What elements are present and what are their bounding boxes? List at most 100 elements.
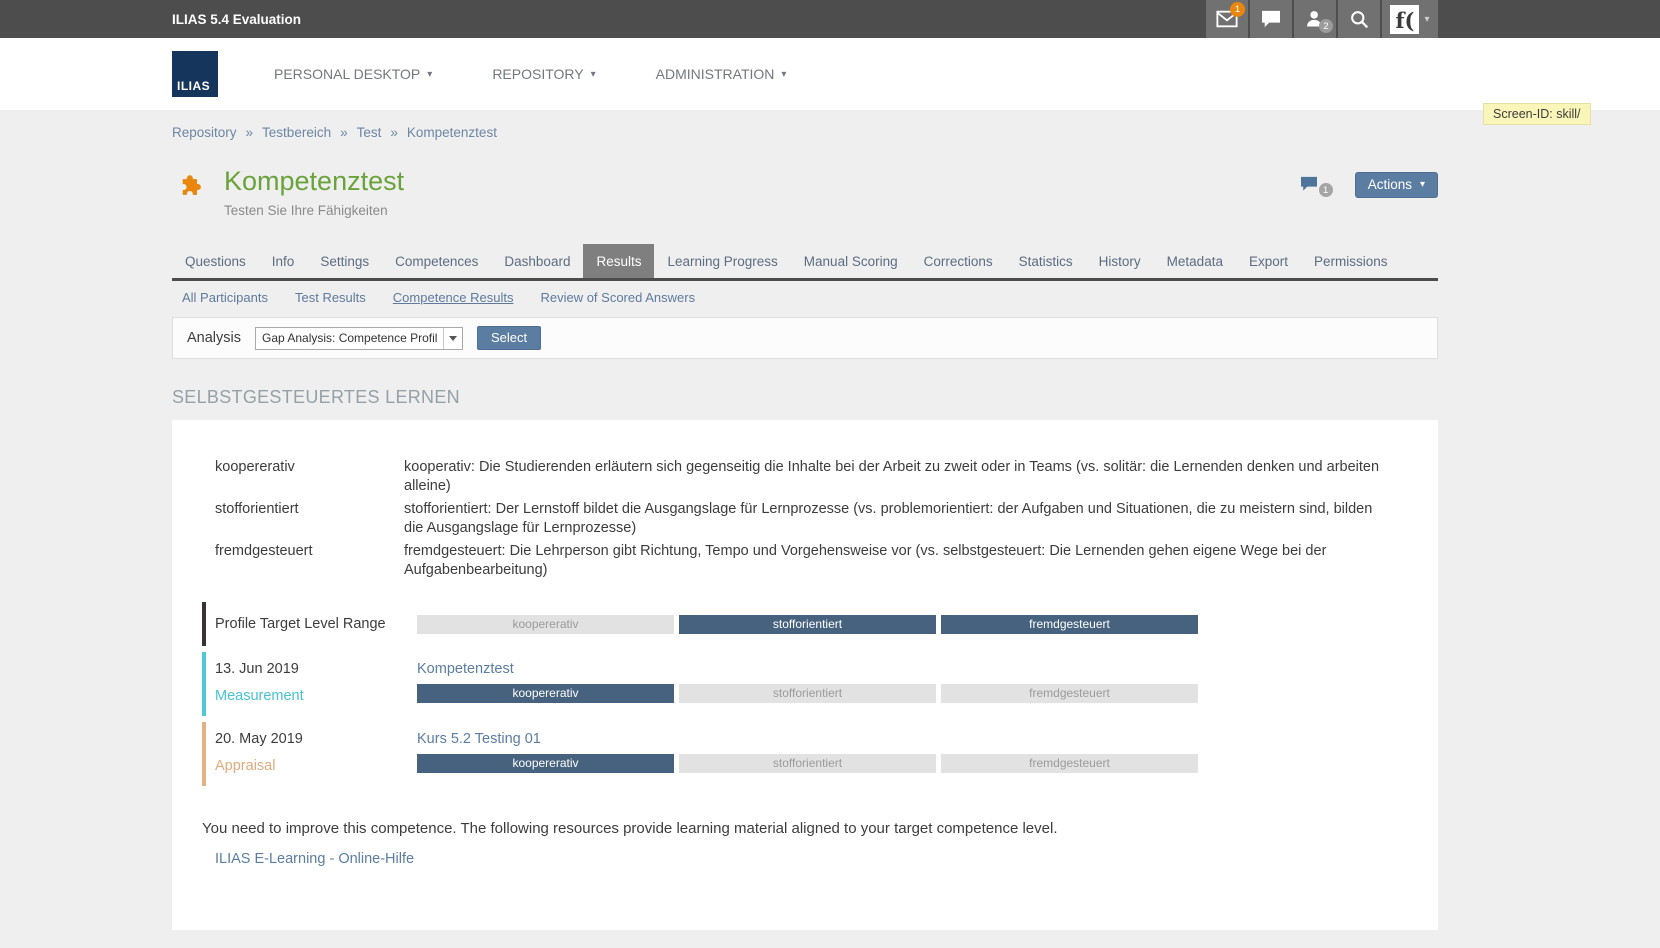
page-title: Kompetenztest (224, 166, 404, 197)
level-bar: koopererativ (417, 684, 674, 703)
screen-id-badge: Screen-ID: skill/ (1483, 103, 1591, 125)
tab-settings[interactable]: Settings (307, 244, 382, 278)
tab-statistics[interactable]: Statistics (1006, 244, 1086, 278)
tab-bar: Questions Info Settings Competences Dash… (172, 244, 1438, 281)
actions-button[interactable]: Actions ▾ (1355, 172, 1438, 198)
breadcrumb-test[interactable]: Test (357, 125, 382, 140)
level-bar: koopererativ (417, 615, 674, 634)
subtab-test-results[interactable]: Test Results (295, 290, 366, 305)
breadcrumb-separator: » (340, 125, 348, 140)
object-title-block: Kompetenztest Testen Sie Ihre Fähigkeite… (172, 166, 1438, 218)
target-level-row: Profile Target Level Range koopererativ … (202, 602, 1398, 646)
level-bar: fremdgesteuert (941, 754, 1198, 773)
tab-questions[interactable]: Questions (172, 244, 259, 278)
ilias-logo-text: ILIAS (177, 79, 210, 93)
level-bar: koopererativ (417, 754, 674, 773)
measurement-source-link[interactable]: Kompetenztest (417, 661, 1198, 678)
main-header: ILIAS PERSONAL DESKTOP ▾ REPOSITORY ▾ AD… (0, 38, 1660, 110)
learning-resource-link[interactable]: ILIAS E-Learning - Online-Hilfe (215, 851, 414, 867)
level-bar: stofforientiert (679, 684, 936, 703)
avatar: f( (1390, 5, 1419, 34)
appraisal-type-label: Appraisal (215, 758, 417, 774)
measurement-date: 13. Jun 2019 (215, 661, 417, 678)
target-level-bars: koopererativ stofforientiert fremdgesteu… (417, 602, 1198, 646)
chevron-down-icon: ▾ (591, 69, 596, 80)
subtab-competence-results[interactable]: Competence Results (393, 290, 514, 305)
subtab-all-participants[interactable]: All Participants (182, 290, 268, 305)
tab-competences[interactable]: Competences (382, 244, 491, 278)
puzzle-icon (172, 188, 202, 205)
breadcrumb-testbereich[interactable]: Testbereich (262, 125, 331, 140)
chevron-down-icon: ▾ (1420, 179, 1425, 190)
tab-dashboard[interactable]: Dashboard (491, 244, 583, 278)
measurement-bars: koopererativ stofforientiert fremdgesteu… (417, 684, 1198, 703)
user-menu-button[interactable]: f( ▾ (1382, 0, 1438, 38)
level-bar: stofforientiert (679, 615, 936, 634)
test-object-icon-wrap (172, 166, 206, 218)
tab-metadata[interactable]: Metadata (1154, 244, 1236, 278)
measurement-row-marker (202, 652, 206, 716)
comments-badge: 1 (1319, 183, 1333, 197)
chevron-down-icon: ▾ (781, 69, 786, 80)
legend-description: fremdgesteuert: Die Lehrperson gibt Rich… (404, 542, 1389, 580)
legend-description: stofforientiert: Der Lernstoff bildet di… (404, 500, 1389, 538)
comments-button[interactable]: 1 (1300, 172, 1332, 197)
breadcrumb-separator: » (246, 125, 254, 140)
competence-panel: koopererativ kooperativ: Die Studierende… (172, 420, 1438, 930)
tab-manual-scoring[interactable]: Manual Scoring (791, 244, 911, 278)
select-button[interactable]: Select (477, 326, 541, 350)
appraisal-source-link[interactable]: Kurs 5.2 Testing 01 (417, 731, 1198, 748)
select-caret-icon (443, 328, 462, 349)
menu-personal-desktop[interactable]: PERSONAL DESKTOP ▾ (274, 66, 432, 82)
topbar-icons: 1 2 f( ▾ (1206, 0, 1438, 38)
tab-history[interactable]: History (1086, 244, 1154, 278)
subtab-review-scored-answers[interactable]: Review of Scored Answers (540, 290, 695, 305)
ilias-logo[interactable]: ILIAS (172, 51, 218, 97)
legend-row: stofforientiert stofforientiert: Der Ler… (215, 500, 1398, 538)
appraisal-bars: koopererativ stofforientiert fremdgesteu… (417, 754, 1198, 773)
competence-section-heading: SELBSTGESTEUERTES LERNEN (172, 387, 1660, 408)
tab-results[interactable]: Results (583, 244, 654, 278)
menu-administration[interactable]: ADMINISTRATION ▾ (656, 66, 787, 82)
mail-badge: 1 (1230, 2, 1245, 17)
legend-row: koopererativ kooperativ: Die Studierende… (215, 458, 1398, 496)
installation-title: ILIAS 5.4 Evaluation (172, 12, 301, 27)
chat-icon (1261, 10, 1281, 28)
breadcrumb-separator: » (390, 125, 398, 140)
main-menu: PERSONAL DESKTOP ▾ REPOSITORY ▾ ADMINIST… (274, 66, 786, 82)
legend-row: fremdgesteuert fremdgesteuert: Die Lehrp… (215, 542, 1398, 580)
improvement-message: You need to improve this competence. The… (202, 820, 1398, 837)
legend-description: kooperativ: Die Studierenden erläutern s… (404, 458, 1389, 496)
page-subtitle: Testen Sie Ihre Fähigkeiten (224, 203, 404, 218)
analysis-toolbar: Analysis Gap Analysis: Competence Profil… (172, 317, 1438, 359)
menu-repository[interactable]: REPOSITORY ▾ (492, 66, 595, 82)
legend-term: koopererativ (215, 458, 404, 496)
breadcrumb-kompetenztest[interactable]: Kompetenztest (407, 125, 497, 140)
breadcrumb: Repository » Testbereich » Test » Kompet… (0, 110, 1660, 140)
mail-button[interactable]: 1 (1206, 0, 1248, 38)
legend-term: stofforientiert (215, 500, 404, 538)
chevron-down-icon: ▾ (427, 69, 432, 80)
title-controls: 1 Actions ▾ (1300, 166, 1438, 218)
level-bar: stofforientiert (679, 754, 936, 773)
appraisal-date: 20. May 2019 (215, 731, 417, 748)
measurement-type-label: Measurement (215, 688, 417, 704)
chat-button[interactable] (1250, 0, 1292, 38)
level-bar: fremdgesteuert (941, 684, 1198, 703)
top-bar: ILIAS 5.4 Evaluation 1 2 f( ▾ (0, 0, 1660, 38)
search-icon (1350, 10, 1369, 29)
analysis-select[interactable]: Gap Analysis: Competence Profil (255, 327, 463, 350)
tab-permissions[interactable]: Permissions (1301, 244, 1401, 278)
tab-info[interactable]: Info (259, 244, 308, 278)
target-row-marker (202, 602, 206, 646)
tab-learning-progress[interactable]: Learning Progress (654, 244, 790, 278)
contacts-button[interactable]: 2 (1294, 0, 1336, 38)
breadcrumb-repository[interactable]: Repository (172, 125, 237, 140)
appraisal-row-marker (202, 722, 206, 786)
legend-term: fremdgesteuert (215, 542, 404, 580)
chevron-down-icon: ▾ (1424, 14, 1429, 25)
tab-corrections[interactable]: Corrections (911, 244, 1006, 278)
contacts-badge: 2 (1319, 19, 1333, 33)
search-button[interactable] (1338, 0, 1380, 38)
tab-export[interactable]: Export (1236, 244, 1301, 278)
